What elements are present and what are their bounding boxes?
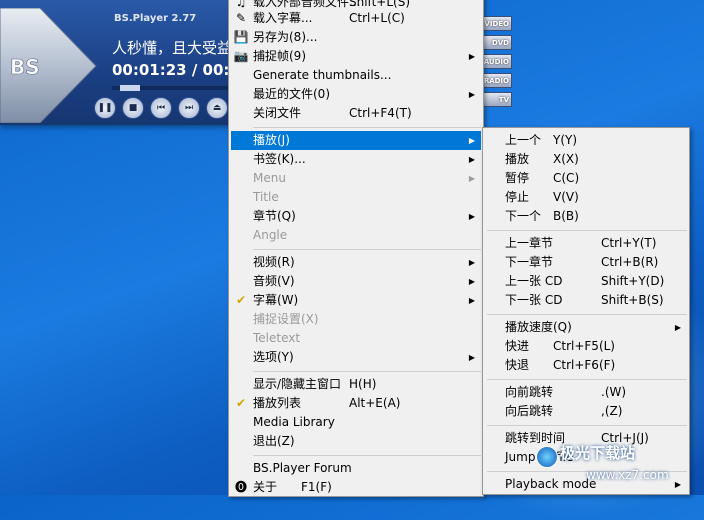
submenu-item-pause[interactable]: 暂停 C(C) [485, 169, 687, 188]
submenu-arrow-icon: ▶ [468, 277, 475, 286]
mode-audio-button[interactable]: AUDIO [482, 54, 512, 69]
floppy-disk-icon: 💾 [233, 30, 249, 44]
watermark-logo-icon [536, 446, 558, 468]
camera-icon: 📷 [233, 49, 249, 63]
next-icon: ⏭ [184, 103, 194, 113]
mode-radio-button[interactable]: RADIO [482, 73, 512, 88]
menu-item-forum[interactable]: BS.Player Forum [231, 459, 481, 478]
submenu-item-jump-backward[interactable]: 向后跳转 ,(Z) [485, 402, 687, 421]
menu-item-generate-thumbnails[interactable]: Generate thumbnails... [231, 66, 481, 85]
pencil-icon: ✎ [235, 11, 247, 25]
menu-item-bookmarks[interactable]: 书签(K)... ▶ [231, 150, 481, 169]
menu-separator [487, 425, 687, 426]
menu-item-options[interactable]: 选项(Y) ▶ [231, 348, 481, 367]
eject-button[interactable]: ⏏ [206, 97, 228, 119]
seek-knob[interactable] [120, 85, 140, 91]
seek-bar[interactable] [112, 85, 240, 91]
submenu-arrow-icon: ▶ [674, 480, 681, 489]
about-icon: ⓿ [234, 480, 247, 494]
menu-separator [487, 379, 687, 380]
watermark-brand: 极光下载站 [560, 444, 636, 462]
submenu-item-playback-speed[interactable]: 播放速度(Q) ▶ [485, 318, 687, 337]
menu-item-capture-settings: 捕捉设置(X) [253, 312, 319, 326]
menu-item-recent-files[interactable]: 最近的文件(0) ▶ [231, 85, 481, 104]
submenu-item-rewind[interactable]: 快退 Ctrl+F6(F) [485, 356, 687, 375]
menu-item-playlist[interactable]: ✔ 播放列表 Alt+E(A) [231, 394, 481, 413]
mode-tv-button[interactable]: TV [482, 92, 512, 107]
logo-text: BS [10, 55, 40, 79]
track-title: 人秒懂，且大受益 [112, 39, 233, 57]
submenu-arrow-icon: ▶ [468, 353, 475, 362]
submenu-item-stop[interactable]: 停止 V(V) [485, 188, 687, 207]
menu-item-subtitles[interactable]: ✔ 字幕(W) ▶ [231, 291, 481, 310]
submenu-item-play[interactable]: 播放 X(X) [485, 150, 687, 169]
mode-dvd-button[interactable]: DVD [482, 35, 512, 50]
time-display: 00:01:23 / 00:1 [112, 61, 240, 79]
menu-item-load-subtitle[interactable]: ✎ 载入字幕... Ctrl+L(C) [231, 9, 481, 28]
menu-item-close-file[interactable]: 关闭文件 Ctrl+F4(T) [231, 104, 481, 123]
submenu-item-jump-forward[interactable]: 向前跳转 .(W) [485, 383, 687, 402]
menu-item-toggle-main-window[interactable]: 显示/隐藏主窗口 H(H) [231, 375, 481, 394]
submenu-item-previous-cd[interactable]: 上一张 CD Shift+Y(D) [485, 272, 687, 291]
stop-button[interactable]: ■ [122, 97, 144, 119]
pause-button[interactable]: ❚❚ [94, 97, 116, 119]
submenu-arrow-icon: ▶ [468, 136, 475, 145]
menu-item-chapters[interactable]: 章节(Q) ▶ [231, 207, 481, 226]
pause-icon: ❚❚ [97, 103, 113, 113]
menu-item-about[interactable]: ⓿ 关于 F1(F) [231, 478, 481, 497]
menu-separator [253, 371, 481, 372]
menu-item-video[interactable]: 视频(R) ▶ [231, 253, 481, 272]
play-submenu: 上一个 Y(Y) 播放 X(X) 暂停 C(C) 停止 V(V) 下一个 B(B… [482, 127, 690, 495]
menu-separator [487, 230, 687, 231]
menu-item-audio[interactable]: 音频(V) ▶ [231, 272, 481, 291]
submenu-item-next[interactable]: 下一个 B(B) [485, 207, 687, 226]
menu-item-angle: Angle [253, 228, 288, 242]
player-mode-labels: VIDEO DVD AUDIO RADIO TV [482, 16, 512, 107]
menu-separator [253, 249, 481, 250]
watermark-url: www.xz7.com [586, 468, 669, 482]
playlist-icon: ✔ [235, 396, 247, 410]
submenu-arrow-icon: ▶ [468, 212, 475, 221]
menu-separator [253, 127, 481, 128]
menu-item-play[interactable]: 播放(J) ▶ [231, 131, 481, 150]
subtitle-icon: ✔ [235, 293, 247, 307]
submenu-arrow-icon: ▶ [468, 155, 475, 164]
bs-logo-icon: BS [0, 8, 97, 123]
submenu-item-fast-forward[interactable]: 快进 Ctrl+F5(L) [485, 337, 687, 356]
next-button[interactable]: ⏭ [178, 97, 200, 119]
menu-item-media-library[interactable]: Media Library [231, 413, 481, 432]
submenu-item-next-chapter[interactable]: 下一章节 Ctrl+B(R) [485, 253, 687, 272]
menu-item-menu: Menu ▶ [231, 169, 481, 188]
menu-separator [487, 314, 687, 315]
previous-button[interactable]: ⏮ [150, 97, 172, 119]
player-title: BS.Player 2.77 [114, 13, 197, 24]
context-menu: ♫ 载入外部音频文件... Shift+L(S) ✎ 载入字幕... Ctrl+… [228, 0, 484, 497]
menu-item-title: Title [253, 190, 279, 204]
submenu-arrow-icon: ▶ [468, 52, 475, 61]
submenu-item-next-cd[interactable]: 下一张 CD Shift+B(S) [485, 291, 687, 310]
submenu-arrow-icon: ▶ [468, 174, 475, 183]
eject-icon: ⏏ [212, 103, 222, 113]
menu-separator [253, 455, 481, 456]
menu-item-capture-frame[interactable]: 📷 捕捉帧(9) ▶ [231, 47, 481, 66]
submenu-arrow-icon: ▶ [468, 90, 475, 99]
submenu-arrow-icon: ▶ [468, 258, 475, 267]
submenu-arrow-icon: ▶ [468, 296, 475, 305]
submenu-arrow-icon: ▶ [674, 323, 681, 332]
player-window[interactable]: BS BS.Player 2.77 人秒懂，且大受益 00:01:23 / 00… [0, 0, 242, 125]
previous-icon: ⏮ [156, 103, 166, 113]
mode-video-button[interactable]: VIDEO [482, 16, 512, 31]
submenu-item-previous-chapter[interactable]: 上一章节 Ctrl+Y(T) [485, 234, 687, 253]
menu-item-teletext: Teletext [253, 331, 301, 345]
player-controls: ❚❚ ■ ⏮ ⏭ ⏏ [94, 97, 228, 119]
menu-item-exit[interactable]: 退出(Z) [231, 432, 481, 451]
submenu-item-previous[interactable]: 上一个 Y(Y) [485, 131, 687, 150]
stop-icon: ■ [128, 103, 138, 113]
menu-item-save-as[interactable]: 💾 另存为(8)... [231, 28, 481, 47]
